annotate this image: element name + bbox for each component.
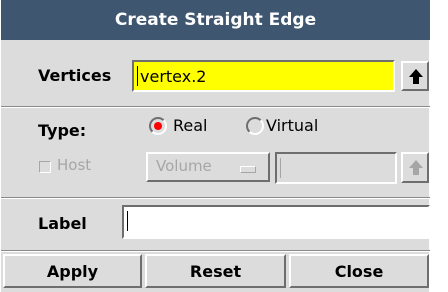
vertices-pick-button[interactable] xyxy=(401,61,429,91)
host-pick-button[interactable] xyxy=(401,152,429,183)
apply-button[interactable]: Apply xyxy=(3,254,142,288)
create-straight-edge-dialog: Create Straight Edge Vertices vertex.2 T… xyxy=(0,0,430,292)
host-checkbox[interactable] xyxy=(39,161,51,173)
label-input[interactable] xyxy=(122,205,430,239)
reset-button[interactable]: Reset xyxy=(145,254,286,288)
host-label: Host xyxy=(57,156,92,174)
option-menu-indicator-icon xyxy=(240,166,256,173)
text-cursor xyxy=(127,211,128,231)
up-arrow-icon xyxy=(409,69,423,84)
vertices-input[interactable]: vertex.2 xyxy=(132,60,395,92)
host-input[interactable] xyxy=(275,152,397,184)
up-arrow-icon xyxy=(409,160,423,175)
separator xyxy=(1,250,430,252)
text-cursor xyxy=(137,66,138,86)
separator xyxy=(1,197,430,199)
host-entity-type-dropdown[interactable]: Volume xyxy=(146,152,270,182)
vertices-value: vertex.2 xyxy=(140,67,207,86)
radio-unselected-icon xyxy=(246,117,264,135)
virtual-radio[interactable] xyxy=(246,117,264,135)
host-entity-type-value: Volume xyxy=(156,157,212,175)
real-radio-label[interactable]: Real xyxy=(173,116,208,135)
close-button[interactable]: Close xyxy=(289,254,429,288)
real-radio[interactable] xyxy=(149,117,167,135)
separator xyxy=(1,106,430,108)
vertices-label: Vertices xyxy=(38,66,112,85)
text-cursor xyxy=(280,158,281,178)
label-field-label: Label xyxy=(38,214,87,233)
type-label: Type: xyxy=(38,121,87,140)
virtual-radio-label[interactable]: Virtual xyxy=(266,116,318,135)
radio-selected-icon xyxy=(149,117,167,135)
dialog-title: Create Straight Edge xyxy=(1,0,430,40)
